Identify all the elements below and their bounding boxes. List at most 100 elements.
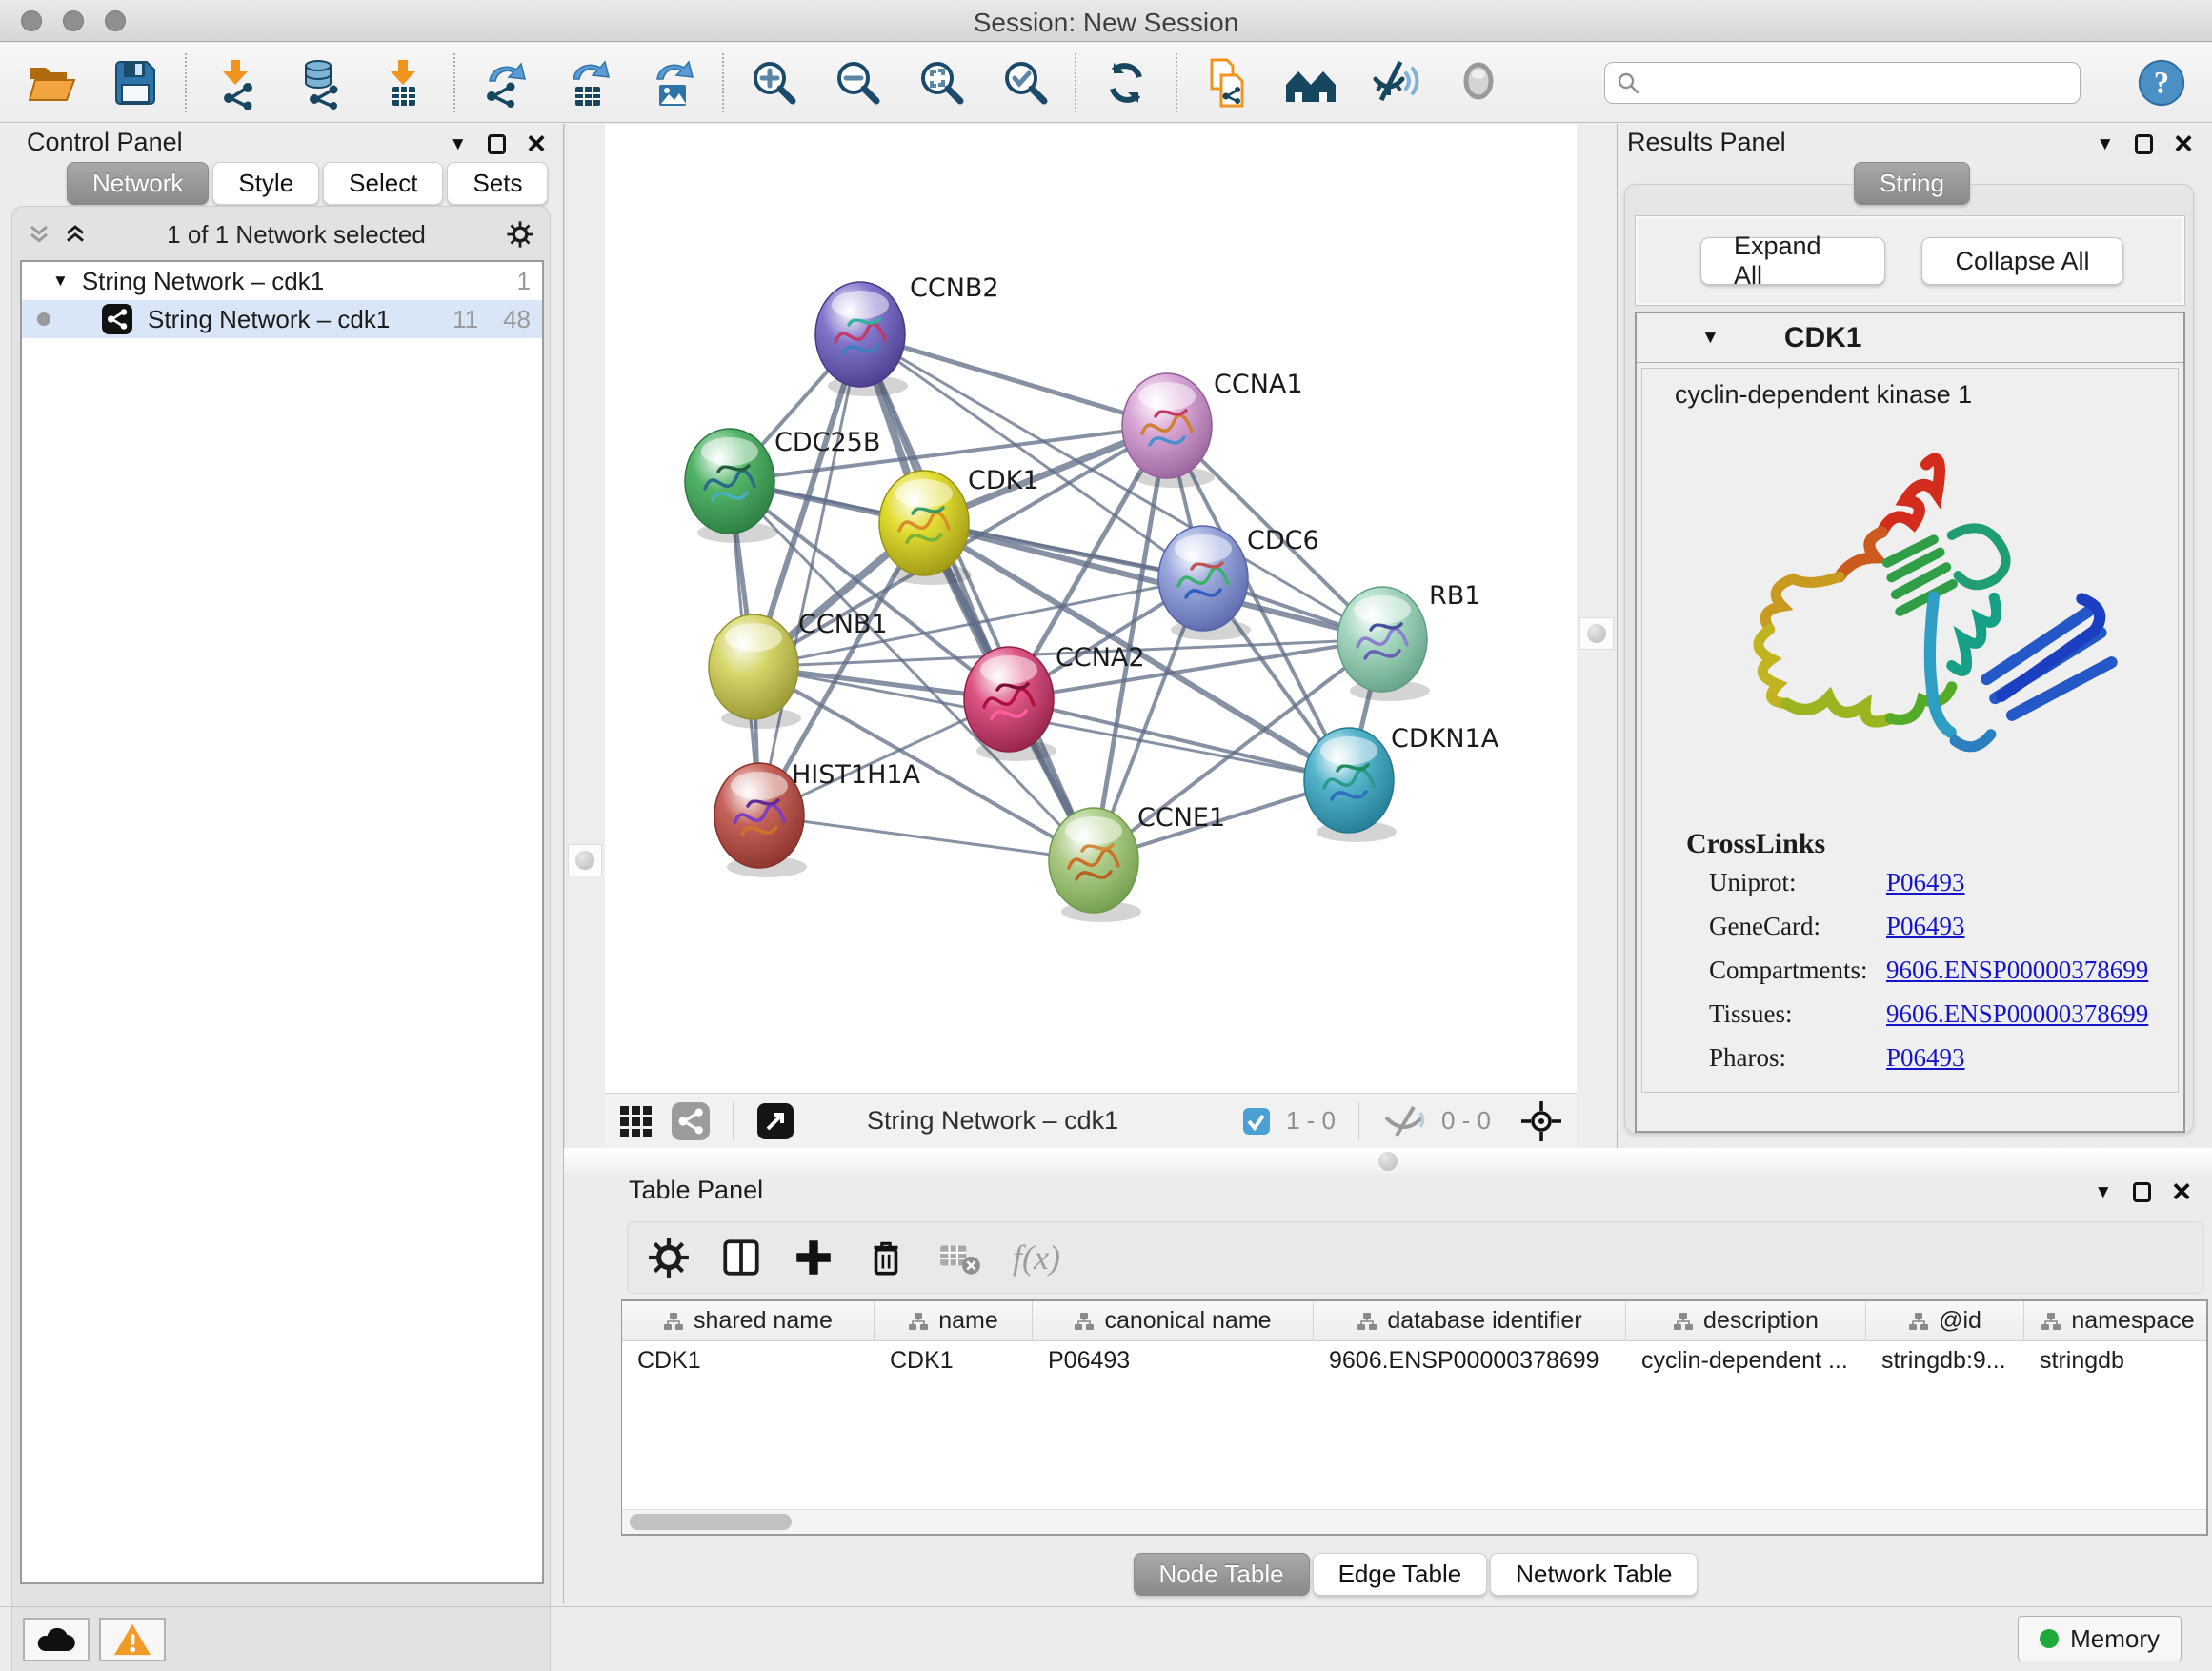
hidden-eye-icon[interactable] [1382,1104,1426,1138]
home-panel-icon[interactable] [1284,56,1337,110]
horizontal-splitter-handle[interactable] [1378,1152,1398,1171]
right-splitter[interactable] [1577,124,1618,1148]
tab-network[interactable]: Network [67,162,209,205]
zoom-selected-icon[interactable] [998,56,1052,110]
export-image-icon[interactable] [646,56,699,110]
gene-header-row[interactable]: ▼ CDK1 [1637,313,2183,363]
network-node-CCNA2[interactable] [964,647,1056,761]
memory-status-dot [2040,1629,2059,1648]
network-node-CCNB2[interactable] [815,282,908,396]
column-header[interactable]: description [1626,1301,1866,1340]
export-table-icon[interactable] [562,56,615,110]
table-options-gear-icon[interactable] [647,1236,691,1279]
expand-all-button[interactable]: Expand All [1700,237,1885,285]
network-row-selected[interactable]: String Network – cdk1 11 48 [22,300,542,338]
left-splitter-toggle[interactable] [568,844,602,876]
import-network-file-icon[interactable] [210,56,263,110]
column-header[interactable]: @id [1866,1301,2024,1340]
network-node-CCNA1[interactable] [1122,373,1215,488]
network-node-CDKN1A[interactable] [1304,728,1397,842]
copy-style-icon[interactable] [1200,56,1254,110]
collapse-all-button[interactable]: Collapse All [1921,237,2123,285]
network-node-CDC6[interactable] [1158,526,1251,640]
network-edge[interactable] [759,815,1094,860]
tab-sets[interactable]: Sets [447,162,548,205]
birds-eye-grid-icon[interactable] [618,1102,656,1140]
network-node-CDK1[interactable] [879,471,972,585]
crosslink-link[interactable]: 9606.ENSP00000378699 [1886,999,2148,1029]
network-badge-gray-icon[interactable] [672,1102,710,1140]
zoom-out-icon[interactable] [831,56,884,110]
add-column-icon[interactable] [792,1236,835,1279]
tab-style[interactable]: Style [212,162,319,205]
tab-network-table[interactable]: Network Table [1490,1553,1698,1596]
column-header[interactable]: name [875,1301,1033,1340]
crosslink-link[interactable]: P06493 [1886,868,1965,897]
import-network-database-icon[interactable] [293,56,347,110]
network-node-RB1[interactable] [1337,587,1430,701]
network-node-CCNB1[interactable] [709,614,801,729]
fit-selected-crosshair-icon[interactable] [1519,1099,1563,1143]
right-splitter-toggle[interactable] [1579,617,1614,650]
zoom-fit-icon[interactable] [915,56,968,110]
control-panel-float-icon[interactable] [488,134,506,154]
network-canvas[interactable]: CCNB2CCNA1CDC25BCDK1CDC6RB1CCNB1CCNA2CDK… [605,124,1577,1093]
zoom-in-icon[interactable] [747,56,800,110]
inactive-eye-icon[interactable] [1452,56,1505,110]
tab-node-table[interactable]: Node Table [1134,1553,1310,1596]
results-panel-menu-icon[interactable]: ▼ [2096,135,2114,153]
results-panel-close-icon[interactable]: × [2174,131,2193,157]
search-input[interactable] [1604,62,2081,104]
help-icon[interactable]: ? [2136,57,2187,109]
crosslink-link[interactable]: P06493 [1886,912,1965,941]
network-view-footer: String Network – cdk1 1 - 0 0 - 0 [605,1093,1577,1148]
cloud-button[interactable] [23,1618,90,1661]
hidden-counts: 0 - 0 [1441,1106,1491,1136]
open-external-icon[interactable] [756,1102,794,1140]
import-table-file-icon[interactable] [377,56,431,110]
column-header[interactable]: namespace [2024,1301,2208,1340]
network-node-label: CDC6 [1247,526,1319,555]
delete-column-trash-icon[interactable] [864,1236,908,1279]
gene-symbol: CDK1 [1784,322,1862,354]
column-header[interactable]: database identifier [1314,1301,1626,1340]
network-edge[interactable] [759,334,860,815]
open-session-icon[interactable] [25,56,78,110]
network-options-gear-icon[interactable] [506,220,534,249]
tab-edge-table[interactable]: Edge Table [1313,1553,1488,1596]
export-network-icon[interactable] [478,56,532,110]
table-panel-menu-icon[interactable]: ▼ [2094,1183,2112,1201]
network-collection-row[interactable]: ▼ String Network – cdk1 1 [22,262,542,300]
memory-button[interactable]: Memory [2018,1616,2182,1661]
network-graph[interactable]: CCNB2CCNA1CDC25BCDK1CDC6RB1CCNB1CCNA2CDK… [605,124,1577,1093]
gene-collapse-icon[interactable]: ▼ [1701,329,1719,347]
table-horizontal-scrollbar[interactable] [622,1509,2206,1534]
tab-select[interactable]: Select [323,162,443,205]
collection-expander-icon[interactable]: ▼ [52,272,69,291]
hide-panels-eye-slash-icon[interactable] [1368,56,1421,110]
selected-checkbox-icon[interactable] [1242,1107,1271,1136]
save-session-icon[interactable] [109,56,162,110]
column-header[interactable]: shared name [622,1301,875,1340]
table-row[interactable]: CDK1 CDK1 P06493 9606.ENSP00000378699 cy… [622,1341,2206,1381]
apply-layout-icon[interactable] [1099,56,1153,110]
show-columns-icon[interactable] [719,1236,763,1279]
string-results-container: Expand All Collapse All ▼ CDK1 cyclin-de… [1624,184,2194,1134]
collapse-all-networks-icon[interactable] [28,223,50,246]
table-scrollbar-thumb[interactable] [630,1514,792,1530]
crosslink-link[interactable]: P06493 [1886,1043,1965,1073]
control-panel-close-icon[interactable]: × [527,131,546,157]
crosslink-link[interactable]: 9606.ENSP00000378699 [1886,956,2148,985]
table-panel-float-icon[interactable] [2133,1182,2151,1202]
left-splitter[interactable] [564,124,605,1148]
table-panel-close-icon[interactable]: × [2172,1179,2191,1205]
tab-string[interactable]: String [1854,162,1970,205]
warning-button[interactable] [99,1618,166,1661]
network-node-CDC25B[interactable] [685,429,777,543]
network-edge[interactable] [860,334,1167,426]
network-node-CCNE1[interactable] [1049,808,1141,922]
expand-all-networks-icon[interactable] [64,223,87,246]
results-panel-float-icon[interactable] [2135,134,2153,154]
column-header[interactable]: canonical name [1033,1301,1314,1340]
control-panel-menu-icon[interactable]: ▼ [449,135,467,153]
